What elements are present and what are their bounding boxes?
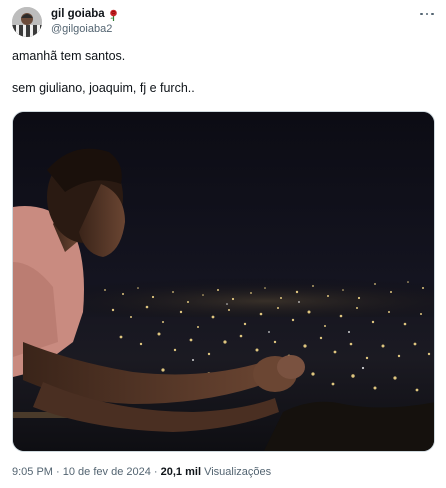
views-label[interactable]: Visualizações [204, 466, 271, 478]
meta-separator: · [56, 466, 60, 478]
more-dot [420, 12, 423, 16]
author-handle[interactable]: @gilgoiaba2 [51, 22, 119, 37]
tweet-card: gil goiaba @gilgoiaba2 amanhã tem santos… [0, 0, 446, 488]
tweet-meta: 9:05 PM · 10 de fev de 2024 · 20,1 mil V… [12, 466, 271, 478]
avatar[interactable] [12, 7, 42, 37]
tweet-date[interactable]: 10 de fev de 2024 [63, 466, 151, 478]
tweet-text-line: sem giuliano, joaquim, fj e furch.. [12, 81, 195, 95]
display-name-row[interactable]: gil goiaba [51, 7, 119, 22]
more-dot [431, 12, 434, 16]
author-block[interactable]: gil goiaba @gilgoiaba2 [51, 7, 119, 37]
tweet-time[interactable]: 9:05 PM [12, 466, 53, 478]
night-city-photo [13, 112, 434, 451]
views-count[interactable]: 20,1 mil [161, 466, 201, 478]
meta-separator: · [153, 466, 158, 478]
display-name[interactable]: gil goiaba [51, 7, 105, 22]
tweet-text-line: amanhã tem santos. [12, 49, 126, 63]
tweet-photo[interactable] [12, 111, 435, 452]
more-icon[interactable] [420, 9, 434, 19]
rose-icon [108, 9, 119, 21]
tweet-text: amanhã tem santos. sem giuliano, joaquim… [12, 48, 432, 96]
more-dot [425, 12, 429, 16]
